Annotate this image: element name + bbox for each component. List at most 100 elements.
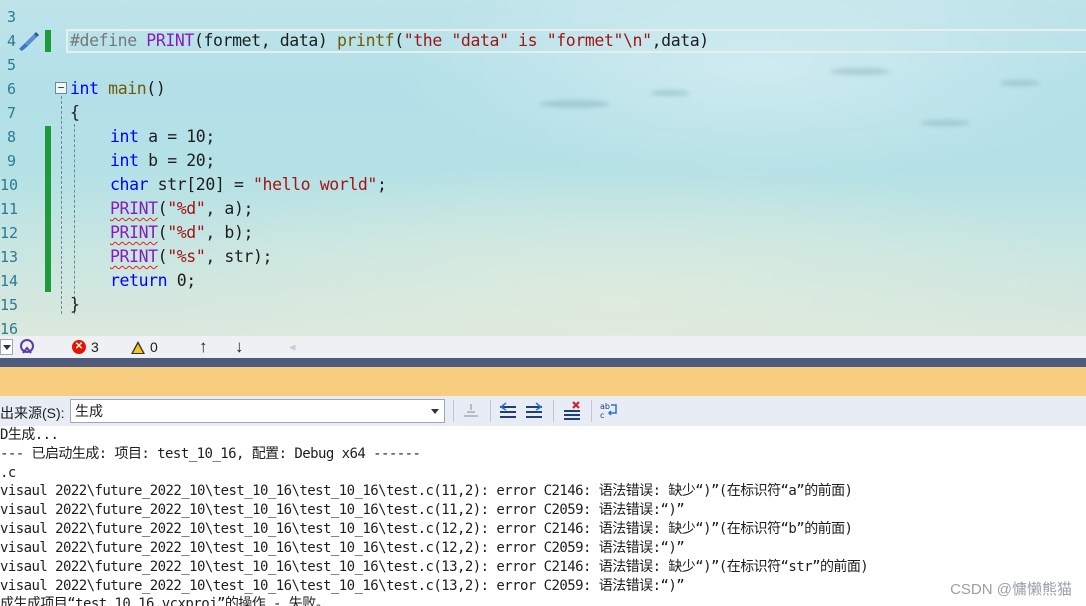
- scroll-left-icon[interactable]: ◂: [289, 338, 296, 356]
- toggle-word-wrap-icon[interactable]: ab c: [599, 401, 619, 421]
- error-count-value: 3: [91, 339, 99, 355]
- find-message-icon[interactable]: [461, 401, 481, 421]
- keyword: int: [110, 127, 139, 146]
- code-rest: ,data): [651, 31, 710, 50]
- warning-count[interactable]: 0: [131, 338, 158, 356]
- go-to-next-message-icon[interactable]: [524, 401, 544, 421]
- error-icon: ✕: [72, 340, 86, 354]
- line-number: 9: [6, 152, 16, 170]
- code-line-int-b[interactable]: int b = 20;: [110, 149, 215, 173]
- warning-icon: [131, 340, 145, 354]
- paren: (: [157, 199, 168, 218]
- go-to-previous-message-icon[interactable]: [498, 401, 518, 421]
- indent-guide: [74, 124, 75, 314]
- chevron-down-icon: [431, 409, 439, 414]
- change-indicator: [45, 126, 51, 292]
- code-line-char-str[interactable]: char str[20] = "hello world";: [110, 173, 387, 197]
- code-rest: , a);: [205, 199, 254, 218]
- svg-text:c: c: [600, 411, 604, 420]
- output-line[interactable]: visaul 2022\future_2022_10\test_10_16\te…: [0, 539, 685, 558]
- output-line: D生成...: [0, 427, 59, 443]
- output-line[interactable]: visaul 2022\future_2022_10\test_10_16\te…: [0, 520, 853, 539]
- function-name: printf: [336, 31, 395, 50]
- editor-status-strip: ✕ 3 0 ↑ ↓ ◂: [0, 336, 1086, 358]
- error-count[interactable]: ✕ 3: [72, 338, 99, 356]
- toolbar-separator: [490, 400, 491, 422]
- svg-text:ab: ab: [600, 402, 610, 411]
- output-source-label: 出来源(S):: [0, 405, 65, 421]
- output-source-select[interactable]: 生成: [70, 399, 445, 423]
- toolbar-separator: [591, 400, 592, 422]
- string-literal: "%d": [167, 199, 206, 218]
- keyword: int: [110, 151, 139, 170]
- code-line-define[interactable]: #define PRINT(formet, data) printf("the …: [70, 29, 709, 53]
- output-line: --- 已启动生成: 项目: test_10_16, 配置: Debug x64…: [0, 446, 421, 462]
- keyword: int: [70, 79, 99, 98]
- macro-call-error: PRINT: [110, 247, 158, 266]
- outline-guide: [61, 96, 62, 314]
- panel-divider[interactable]: [0, 358, 1086, 367]
- code-end: ;: [376, 175, 387, 194]
- previous-issue-button[interactable]: ↑: [199, 337, 208, 356]
- keyword: return: [110, 271, 168, 290]
- output-source-value: 生成: [75, 403, 103, 419]
- output-line[interactable]: visaul 2022\future_2022_10\test_10_16\te…: [0, 482, 853, 501]
- code-line-print-b[interactable]: PRINT("%d", b);: [110, 221, 253, 245]
- line-number: 11: [0, 200, 19, 218]
- line-number: 14: [0, 272, 19, 290]
- preprocessor-directive: #define: [70, 31, 137, 50]
- code-rest: (): [146, 79, 166, 98]
- code-line-return[interactable]: return 0;: [110, 269, 196, 293]
- code-line-close-brace[interactable]: }: [70, 293, 80, 317]
- code-rest: a = 10;: [138, 127, 215, 146]
- code-line-int-a[interactable]: int a = 10;: [110, 125, 215, 149]
- warning-count-value: 0: [150, 339, 158, 355]
- line-number: 16: [0, 320, 19, 336]
- code-mid: str[20] =: [148, 175, 254, 194]
- output-line[interactable]: visaul 2022\future_2022_10\test_10_16\te…: [0, 577, 685, 596]
- output-line: .c: [0, 465, 16, 481]
- code-line-open-brace[interactable]: {: [70, 101, 80, 125]
- macro-params: (formet, data): [193, 31, 337, 50]
- toolbar-separator: [553, 400, 554, 422]
- output-panel-titlebar: [0, 367, 1086, 396]
- string-literal: "%s": [167, 247, 206, 266]
- next-issue-button[interactable]: ↓: [235, 337, 244, 356]
- code-rest: b = 20;: [138, 151, 215, 170]
- string-literal: "hello world": [253, 175, 377, 194]
- code-line-main[interactable]: int main(): [70, 77, 166, 101]
- zoom-dropdown[interactable]: [0, 339, 13, 355]
- chevron-down-icon: [3, 344, 11, 350]
- change-indicator: [45, 30, 51, 52]
- output-line[interactable]: visaul 2022\future_2022_10\test_10_16\te…: [0, 501, 685, 520]
- line-number: 6: [6, 80, 16, 98]
- line-number: 7: [6, 104, 16, 122]
- string-literal: "the "data" is "formet"\n": [403, 31, 652, 50]
- collapse-toggle-icon[interactable]: −: [55, 82, 67, 94]
- code-rest: , str);: [205, 247, 273, 266]
- string-literal: "%d": [167, 223, 206, 242]
- line-number: 12: [0, 224, 19, 242]
- code-line-print-str[interactable]: PRINT("%s", str);: [110, 245, 273, 269]
- macro-call-error: PRINT: [110, 199, 158, 218]
- paren: (: [157, 247, 168, 266]
- clear-all-icon[interactable]: [562, 401, 582, 421]
- output-line: 成生成项目“test_10_16.vcxproj”的操作 - 失败。: [0, 596, 330, 606]
- line-number: 13: [0, 248, 19, 266]
- toolbar-separator: [453, 400, 454, 422]
- line-number: 3: [6, 8, 16, 26]
- code-line-print-a[interactable]: PRINT("%d", a);: [110, 197, 253, 221]
- output-pane[interactable]: D生成... --- 已启动生成: 项目: test_10_16, 配置: De…: [0, 426, 1086, 606]
- output-line[interactable]: visaul 2022\future_2022_10\test_10_16\te…: [0, 558, 869, 577]
- line-number: 4: [6, 32, 16, 50]
- code-rest: 0;: [167, 271, 196, 290]
- code-editor[interactable]: 3 4 5 6 7 8 9 10 11 12 13 14 15 16 − #de…: [0, 0, 1086, 336]
- watermark: CSDN @慵懒熊猫: [950, 581, 1072, 598]
- quick-actions-brush-icon[interactable]: [16, 30, 40, 52]
- macro-call-error: PRINT: [110, 223, 158, 242]
- health-indicator-icon[interactable]: [18, 338, 36, 356]
- macro-name: PRINT: [146, 31, 194, 50]
- code-rest: , b);: [205, 223, 254, 242]
- function-name: main: [108, 79, 147, 98]
